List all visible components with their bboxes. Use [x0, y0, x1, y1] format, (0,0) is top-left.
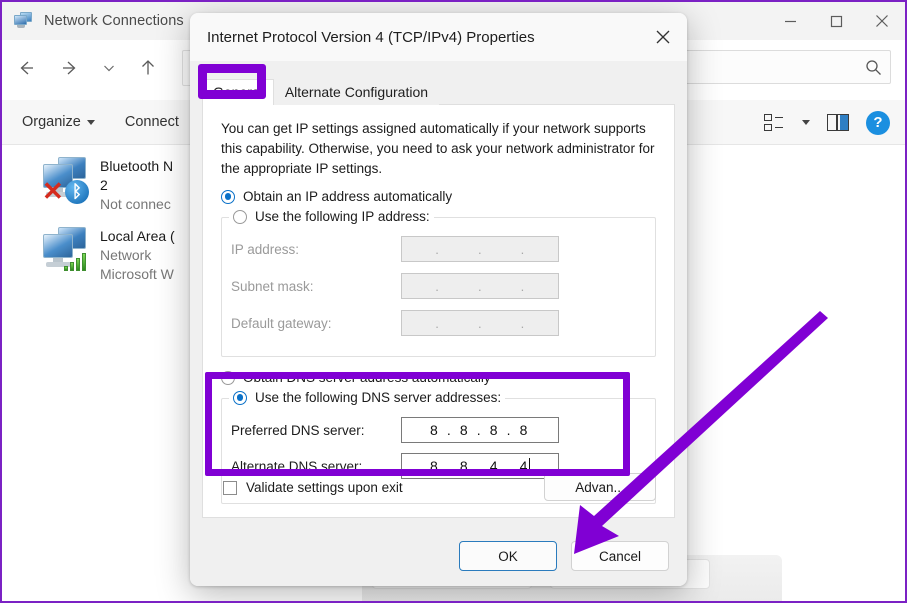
help-glyph: ? [866, 110, 890, 135]
text-cursor [528, 458, 530, 474]
organize-label: Organize [22, 114, 81, 130]
window-title: Network Connections [44, 13, 184, 29]
search-icon[interactable] [856, 59, 890, 76]
bluetooth-connection-icon: ✕ ᛒ [38, 153, 100, 209]
ip-address-input[interactable]: ... [401, 236, 559, 262]
dialog-footer: OK Cancel [190, 526, 687, 586]
minimize-button[interactable] [767, 2, 813, 40]
close-icon[interactable] [639, 13, 687, 61]
advanced-button[interactable]: Advan... [544, 473, 656, 501]
tab-general[interactable]: General [202, 79, 274, 105]
default-gateway-field-row: Default gateway: ... [231, 310, 559, 336]
default-gateway-label: Default gateway: [231, 315, 332, 331]
ipv4-properties-dialog: Internet Protocol Version 4 (TCP/IPv4) P… [190, 13, 687, 586]
dialog-title: Internet Protocol Version 4 (TCP/IPv4) P… [207, 28, 535, 46]
view-options-icon[interactable] [755, 104, 793, 142]
close-button[interactable] [859, 2, 905, 40]
up-icon[interactable] [128, 48, 168, 88]
list-item[interactable]: ✕ ᛒ Bluetooth N 2 Not connec [38, 153, 173, 214]
dialog-body: General Alternate Configuration You can … [190, 61, 687, 526]
preview-pane-icon[interactable] [819, 104, 857, 142]
radio-indicator [233, 390, 247, 405]
obtain-ip-automatically-radio[interactable]: Obtain an IP address automatically [221, 189, 452, 204]
obtain-dns-automatically-radio[interactable]: Obtain DNS server address automatically [221, 370, 491, 385]
alternate-dns-input[interactable]: 8 . 8 . 4 . 4 [401, 453, 559, 479]
connection-status: Not connec [100, 196, 171, 212]
screenshot-root: Network Connections Organize Connect ? ✕… [0, 0, 907, 603]
forward-icon[interactable] [50, 48, 90, 88]
maximize-button[interactable] [813, 2, 859, 40]
bluetooth-badge: ᛒ [65, 180, 89, 204]
signal-bars-badge [64, 251, 90, 271]
use-following-ip-radio[interactable]: Use the following IP address: [229, 209, 434, 224]
preferred-dns-value: 8 . 8 . 8 . 8 [430, 422, 530, 438]
checkbox-label: Validate settings upon exit [246, 480, 403, 495]
ok-button[interactable]: OK [459, 541, 557, 571]
connection-name-line2: 2 [100, 177, 108, 193]
radio-label: Obtain an IP address automatically [243, 189, 453, 204]
radio-indicator [233, 209, 247, 224]
connect-button[interactable]: Connect [115, 114, 189, 130]
general-tab-page: You can get IP settings assigned automat… [202, 105, 675, 518]
preferred-dns-label: Preferred DNS server: [231, 422, 365, 438]
chevron-down-icon [86, 119, 95, 125]
description-text: You can get IP settings assigned automat… [221, 121, 655, 176]
checkbox-indicator [223, 480, 237, 495]
local-area-connection-icon [38, 223, 100, 279]
default-gateway-input[interactable]: ... [401, 310, 559, 336]
validate-settings-checkbox[interactable]: Validate settings upon exit [223, 480, 403, 495]
help-icon[interactable]: ? [859, 104, 897, 142]
connection-name: Local Area ( [100, 228, 175, 244]
tab-strip: General Alternate Configuration [202, 75, 675, 105]
preferred-dns-field-row: Preferred DNS server: 8 . 8 . 8 . 8 [231, 417, 559, 443]
list-item[interactable]: Local Area ( Network Microsoft W [38, 223, 175, 284]
connection-status: Network [100, 247, 152, 263]
chevron-down-icon[interactable] [94, 48, 124, 88]
back-icon[interactable] [6, 48, 46, 88]
window-controls [767, 2, 905, 40]
connection-adapter: Microsoft W [100, 266, 174, 282]
tab-alternate-configuration[interactable]: Alternate Configuration [273, 79, 440, 105]
alternate-dns-label: Alternate DNS server: [231, 458, 363, 474]
alternate-dns-field-row: Alternate DNS server: 8 . 8 . 4 . 4 [231, 453, 559, 479]
radio-label: Use the following IP address: [255, 209, 430, 224]
error-x-badge: ✕ [42, 176, 64, 206]
radio-label: Use the following DNS server addresses: [255, 390, 502, 405]
connection-name: Bluetooth N [100, 158, 174, 174]
view-dropdown-icon[interactable] [795, 104, 817, 142]
ip-address-label: IP address: [231, 241, 300, 257]
ip-address-field-row: IP address: ... [231, 236, 559, 262]
radio-indicator [221, 189, 235, 204]
preferred-dns-input[interactable]: 8 . 8 . 8 . 8 [401, 417, 559, 443]
use-following-dns-radio[interactable]: Use the following DNS server addresses: [229, 390, 506, 405]
subnet-mask-label: Subnet mask: [231, 278, 314, 294]
organize-button[interactable]: Organize [12, 114, 105, 130]
dialog-titlebar: Internet Protocol Version 4 (TCP/IPv4) P… [190, 13, 687, 61]
network-connections-icon [14, 12, 34, 30]
radio-label: Obtain DNS server address automatically [243, 370, 491, 385]
subnet-mask-field-row: Subnet mask: ... [231, 273, 559, 299]
cancel-button[interactable]: Cancel [571, 541, 669, 571]
connect-label: Connect [124, 114, 179, 130]
toolbar-right-group: ? [755, 100, 897, 145]
subnet-mask-input[interactable]: ... [401, 273, 559, 299]
radio-indicator [221, 370, 235, 385]
alternate-dns-value: 8 . 8 . 4 . 4 [430, 458, 530, 474]
